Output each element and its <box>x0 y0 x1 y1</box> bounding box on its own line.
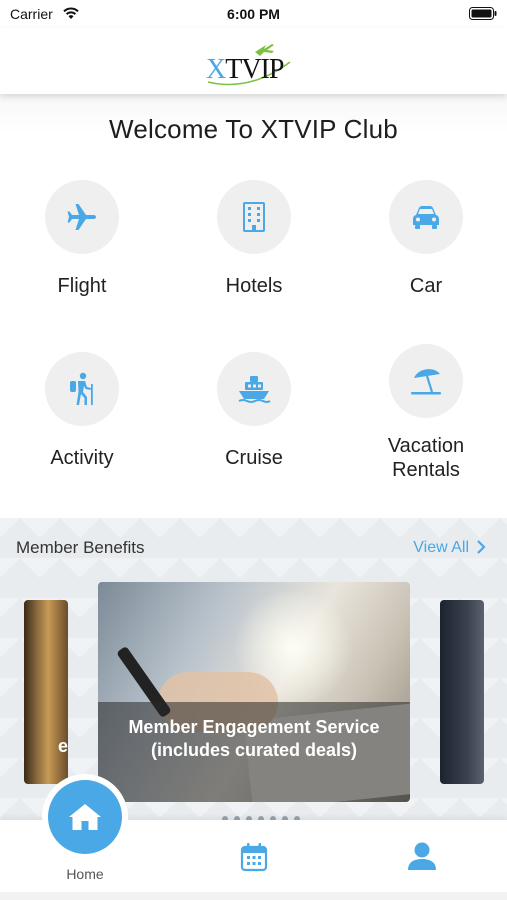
service-label: Flight <box>57 275 107 297</box>
ship-icon <box>238 376 271 403</box>
vacation-rentals-circle[interactable] <box>389 344 463 418</box>
hiker-icon <box>70 372 93 405</box>
flight-circle[interactable] <box>45 180 119 254</box>
hotels-circle[interactable] <box>217 180 291 254</box>
home-indicator-area <box>0 892 507 900</box>
beach-umbrella-icon <box>411 369 441 395</box>
benefit-card-current[interactable]: Member Engagement Service (includes cura… <box>98 582 410 802</box>
service-car[interactable]: Car <box>346 180 506 298</box>
car-circle[interactable] <box>389 180 463 254</box>
battery-icon <box>469 7 497 20</box>
building-icon <box>243 202 265 232</box>
service-cruise[interactable]: Cruise <box>174 352 334 470</box>
service-hotels[interactable]: Hotels <box>174 180 334 298</box>
benefit-card-prev[interactable]: e <box>24 600 68 784</box>
svg-text:XTVIP: XTVIP <box>206 54 284 85</box>
service-label: Cruise <box>225 447 283 469</box>
service-activity[interactable]: Activity <box>2 352 162 470</box>
xtvip-logo: XTVIP <box>206 44 291 86</box>
member-benefits-title: Member Benefits <box>16 538 145 557</box>
status-time: 6:00 PM <box>227 6 280 22</box>
benefit-card-next[interactable] <box>440 600 484 784</box>
status-bar: Carrier 6:00 PM <box>0 0 507 28</box>
main-content: Welcome To XTVIP Club Flight Hotels Car … <box>0 94 507 518</box>
service-label-vacation: Vacation Rentals <box>346 434 506 482</box>
service-flight[interactable]: Flight <box>2 180 162 298</box>
activity-circle[interactable] <box>45 352 119 426</box>
user-profile-icon[interactable] <box>406 840 438 872</box>
welcome-title: Welcome To XTVIP Club <box>109 114 398 144</box>
home-circle[interactable] <box>48 780 122 854</box>
tab-home[interactable] <box>42 774 128 860</box>
service-label-line: Vacation Rentals <box>387 435 465 481</box>
home-icon <box>69 804 101 830</box>
benefit-card-caption: e <box>57 736 68 756</box>
tab-home-label[interactable]: Home <box>42 866 128 882</box>
chevron-right-icon[interactable] <box>475 538 487 556</box>
benefit-card-caption: Member Engagement Service (includes cura… <box>98 702 410 802</box>
service-vacation-rentals[interactable]: Vacation Rentals <box>346 344 506 482</box>
view-all-link[interactable]: View All <box>413 539 469 557</box>
bottom-tab-bar: Home <box>0 774 507 892</box>
app-header: XTVIP <box>0 28 507 94</box>
service-label: Hotels <box>225 275 283 297</box>
service-label: Car <box>409 275 443 297</box>
cruise-circle[interactable] <box>217 352 291 426</box>
airplane-icon <box>67 204 96 230</box>
service-label: Activity <box>50 447 114 469</box>
calendar-icon[interactable] <box>240 842 268 872</box>
car-icon <box>413 206 439 229</box>
